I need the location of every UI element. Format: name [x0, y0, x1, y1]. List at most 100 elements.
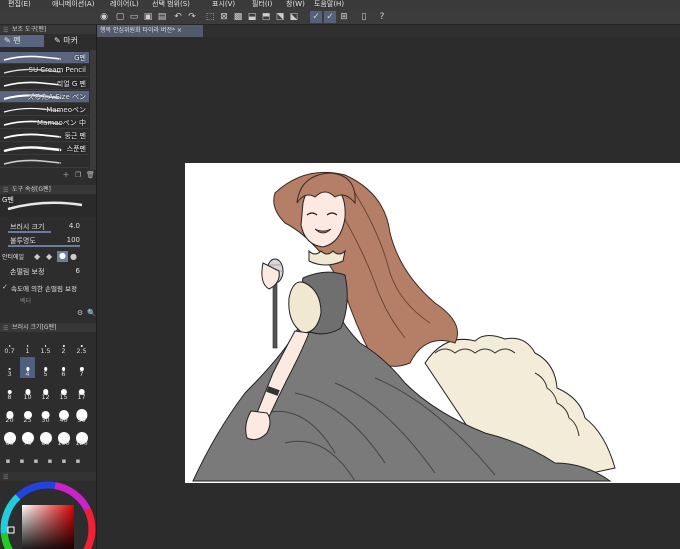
grip-icon[interactable]: ☰ — [3, 26, 8, 35]
brush-size-label: 0.7 — [4, 347, 15, 355]
antialias-weak-icon[interactable]: ◆ — [46, 252, 52, 261]
transform-icon[interactable]: ⬓ — [246, 11, 258, 23]
brush-item-size-pen[interactable]: ズるたA Size ペン — [0, 91, 89, 103]
help-icon[interactable]: ? — [376, 11, 388, 23]
brush-size-option[interactable]: 17 — [74, 380, 89, 401]
add-subtool-icon[interactable]: ＋ — [62, 171, 70, 179]
brush-size-option[interactable]: 4 — [20, 357, 35, 378]
brush-item-gpen[interactable]: G펜 — [0, 52, 89, 64]
menu-edit[interactable]: 편집(E) — [8, 0, 31, 9]
brush-item-mameo[interactable]: Mameoペン — [0, 104, 89, 116]
opacity-slider[interactable] — [8, 245, 80, 247]
menu-layer[interactable]: 레이어(L) — [110, 0, 139, 9]
clear-icon[interactable]: ⬚ — [204, 11, 216, 23]
new-file-icon[interactable]: ▢ — [114, 11, 126, 23]
tool-property-settings-icon[interactable]: ⚙ — [76, 309, 84, 317]
brush-size-option[interactable]: 100 — [56, 426, 71, 447]
stabilization-row[interactable]: 손떨림 보정 6 — [0, 266, 96, 278]
brush-size-option[interactable]: 70 — [20, 426, 35, 447]
menu-window[interactable]: 창(W) — [286, 0, 305, 9]
menu-selection[interactable]: 선택 범위(S) — [152, 0, 190, 9]
brush-item-spoon-pen[interactable]: 스푼펜 — [0, 143, 89, 155]
brush-size-option[interactable]: 3 — [2, 357, 17, 378]
antialias-row[interactable]: 안티에일 ◆ ◆ ● ● — [0, 251, 96, 263]
brush-size-option[interactable]: 6 — [56, 357, 71, 378]
brush-item-cream-pencil[interactable]: SU Cream Pencil — [0, 65, 89, 77]
menu-help[interactable]: 도움말(H) — [314, 0, 344, 9]
brush-size-label: 70 — [23, 439, 32, 447]
deselect-icon[interactable]: ⬒ — [260, 11, 272, 23]
brush-size-slider[interactable] — [8, 231, 51, 233]
brush-size-option[interactable]: 8 — [2, 380, 17, 401]
brush-item-real-gpen[interactable]: 리얼 G 펜 — [0, 78, 89, 90]
select-icon[interactable]: ⬕ — [288, 11, 300, 23]
antialias-none-icon[interactable]: ◆ — [34, 252, 40, 261]
brush-size-option[interactable]: 2.5 — [74, 334, 89, 355]
menu-view[interactable]: 표시(V) — [212, 0, 235, 9]
tab-pen[interactable]: ✎ 펜 — [0, 35, 44, 47]
brush-size-option[interactable]: 20 — [2, 403, 17, 424]
stroke-preview-icon — [3, 146, 62, 153]
redo-icon[interactable]: ↷ — [186, 11, 198, 23]
brush-size-option[interactable]: 120 — [74, 426, 89, 447]
brush-size-option[interactable]: 80 — [38, 426, 53, 447]
eye-icon[interactable]: ◉ — [98, 11, 110, 23]
antialias-strong-icon[interactable]: ● — [70, 252, 77, 261]
canvas-area[interactable] — [97, 37, 680, 549]
brush-size-option[interactable]: 0.7 — [2, 334, 17, 355]
size-option-icon[interactable]: ▪ — [46, 457, 54, 465]
brush-size-option[interactable]: 5 — [38, 357, 53, 378]
undo-icon[interactable]: ↶ — [172, 11, 184, 23]
grip-icon[interactable]: ☰ — [3, 324, 8, 333]
brush-size-option[interactable]: 15 — [56, 380, 71, 401]
open-file-icon[interactable]: ▭ — [128, 11, 140, 23]
speed-stabilization-row[interactable]: ✓ 속도에 의한 손떨림 보정 — [0, 282, 96, 294]
clear-outside-icon[interactable]: ⊠ — [218, 11, 230, 23]
brush-item-round-pen[interactable]: 둥근 펜 — [0, 130, 89, 142]
brush-item-extra[interactable] — [0, 156, 89, 168]
brush-item-mameo-mid[interactable]: Mameoペン 中 — [0, 117, 89, 129]
brush-size-option[interactable]: 30 — [38, 403, 53, 424]
brush-size-option[interactable]: 60 — [2, 426, 17, 447]
brush-size-option[interactable]: 40 — [56, 403, 71, 424]
vector-row[interactable]: 벡터 — [0, 295, 96, 307]
drawing-canvas[interactable] — [185, 163, 680, 483]
snap-ruler-icon[interactable]: ✓ — [310, 11, 322, 23]
tab-marker[interactable]: ✎ 마커 — [50, 35, 94, 47]
tablet-icon[interactable]: ▯ — [358, 11, 370, 23]
delete-subtool-icon[interactable]: 🗑 — [86, 171, 95, 179]
color-wheel[interactable] — [0, 481, 97, 549]
brush-size-option[interactable]: 2 — [56, 334, 71, 355]
brush-size-option[interactable]: 12 — [38, 380, 53, 401]
size-option-icon[interactable]: ▪ — [4, 457, 12, 465]
snap-special-ruler-icon[interactable]: ✓ — [324, 11, 336, 23]
brush-size-label: 3 — [7, 370, 12, 378]
invert-selection-icon[interactable]: ⬔ — [274, 11, 286, 23]
size-option-icon[interactable]: ▪ — [60, 457, 68, 465]
menu-animation[interactable]: 애니메이션(A) — [52, 0, 94, 9]
document-tab[interactable]: 행복 안심위원회 타이라 버전* × — [97, 25, 203, 37]
brush-size-label: 15 — [59, 393, 68, 401]
size-option-icon[interactable]: ▪ — [32, 457, 40, 465]
brush-size-option[interactable]: 7 — [74, 357, 89, 378]
brush-size-option[interactable]: 50 — [74, 403, 89, 424]
opacity-row[interactable]: 불투명도 100 — [0, 235, 96, 247]
duplicate-subtool-icon[interactable]: ❐ — [74, 171, 82, 179]
save-icon[interactable]: ▣ — [142, 11, 154, 23]
brush-size-option[interactable]: 25 — [20, 403, 35, 424]
brush-size-row[interactable]: 브러시 크기 4.0 — [0, 221, 96, 233]
size-option-icon[interactable]: ▪ — [18, 457, 26, 465]
brush-list-scrollbar[interactable] — [90, 50, 96, 170]
brush-size-option[interactable]: 1 — [20, 334, 35, 355]
snap-grid-icon[interactable]: ⊞ — [338, 11, 350, 23]
checkbox-icon[interactable]: ✓ — [2, 283, 8, 291]
size-option-icon[interactable]: ▪ — [74, 457, 82, 465]
brush-size-option[interactable]: 10 — [20, 380, 35, 401]
tool-property-search-icon[interactable]: 🔍 — [87, 309, 96, 317]
settings-icon[interactable]: ▤ — [156, 11, 168, 23]
brush-size-option[interactable]: 1.5 — [38, 334, 53, 355]
fill-icon[interactable]: ▩ — [232, 11, 244, 23]
menu-filter[interactable]: 필터(I) — [252, 0, 272, 9]
grip-icon[interactable]: ☰ — [3, 186, 8, 195]
antialias-medium-icon[interactable]: ● — [57, 251, 68, 262]
